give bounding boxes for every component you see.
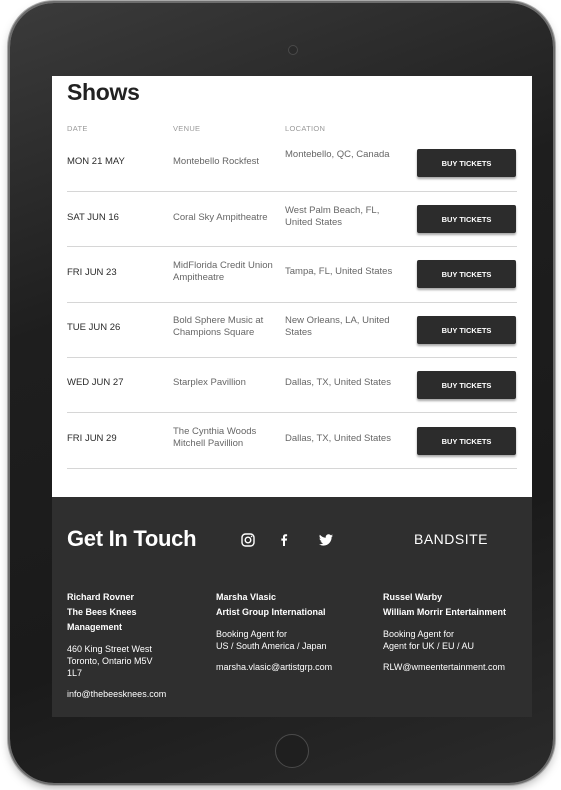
show-row: TUE JUN 26 Bold Sphere Music at Champion… bbox=[67, 302, 517, 358]
contact-company: Artist Group International bbox=[216, 607, 326, 617]
home-button[interactable] bbox=[275, 734, 309, 768]
column-header-location: LOCATION bbox=[285, 124, 326, 133]
contact-name: Richard Rovner bbox=[67, 592, 135, 602]
show-date: FRI JUN 23 bbox=[67, 267, 117, 278]
contact-block: Russel Warby William Morrir Entertainmen… bbox=[383, 590, 528, 675]
show-venue: Coral Sky Ampitheatre bbox=[173, 212, 268, 223]
contact-block: Richard Rovner The Bees Knees Management… bbox=[67, 590, 207, 702]
show-date: WED JUN 27 bbox=[67, 377, 124, 388]
get-in-touch-section: Get In Touch BANDSITE Richard Rovner The… bbox=[52, 497, 532, 717]
show-venue: Starplex Pavillion bbox=[173, 377, 246, 388]
contact-name: Russel Warby bbox=[383, 592, 443, 602]
contact-role: Booking Agent for bbox=[383, 629, 455, 639]
get-in-touch-title: Get In Touch bbox=[67, 526, 197, 551]
show-date: FRI JUN 29 bbox=[67, 433, 117, 444]
buy-tickets-button[interactable]: BUY TICKETS bbox=[417, 149, 516, 177]
buy-tickets-button[interactable]: BUY TICKETS bbox=[417, 260, 516, 288]
contact-company: William Morrir Entertainment bbox=[383, 607, 506, 617]
facebook-icon[interactable] bbox=[276, 532, 292, 548]
tablet-screen: Shows DATE VENUE LOCATION MON 21 MAY Mon… bbox=[52, 76, 532, 717]
show-location: Tampa, FL, United States bbox=[285, 266, 393, 277]
contact-address: 1L7 bbox=[67, 668, 83, 678]
tablet-frame: Shows DATE VENUE LOCATION MON 21 MAY Mon… bbox=[10, 3, 553, 783]
show-date: TUE JUN 26 bbox=[67, 322, 121, 333]
show-venue: MidFlorida Credit Union Ampitheatre bbox=[173, 260, 273, 283]
show-row: FRI JUN 29 The Cynthia Woods Mitchell Pa… bbox=[67, 413, 517, 469]
show-date: MON 21 MAY bbox=[67, 156, 125, 167]
show-row: FRI JUN 23 MidFlorida Credit Union Ampit… bbox=[67, 247, 517, 303]
show-venue: The Cynthia Woods Mitchell Pavillion bbox=[173, 426, 257, 449]
column-header-date: DATE bbox=[67, 124, 88, 133]
shows-section: Shows DATE VENUE LOCATION MON 21 MAY Mon… bbox=[52, 76, 532, 497]
contact-role: Agent for UK / EU / AU bbox=[383, 641, 475, 651]
instagram-icon[interactable] bbox=[240, 532, 256, 548]
show-row: MON 21 MAY Montebello Rockfest Montebell… bbox=[67, 136, 517, 192]
show-location: New Orleans, LA, United States bbox=[285, 315, 390, 338]
buy-tickets-button[interactable]: BUY TICKETS bbox=[417, 316, 516, 344]
twitter-icon[interactable] bbox=[318, 532, 334, 548]
buy-tickets-button[interactable]: BUY TICKETS bbox=[417, 427, 516, 455]
contact-company: The Bees Knees bbox=[67, 607, 137, 617]
contact-email-link[interactable]: info@thebeesknees.com bbox=[67, 687, 207, 702]
show-location: Montebello, QC, Canada bbox=[285, 149, 390, 160]
contact-address: Toronto, Ontario M5V bbox=[67, 656, 153, 666]
show-venue: Montebello Rockfest bbox=[173, 156, 260, 167]
camera-icon bbox=[288, 45, 298, 55]
show-row: SAT JUN 16 Coral Sky Ampitheatre West Pa… bbox=[67, 191, 517, 247]
shows-title: Shows bbox=[67, 79, 140, 105]
buy-tickets-button[interactable]: BUY TICKETS bbox=[417, 205, 516, 233]
contact-block: Marsha Vlasic Artist Group International… bbox=[216, 590, 371, 675]
contact-company: Management bbox=[67, 622, 123, 632]
contact-role: Booking Agent for bbox=[216, 629, 288, 639]
show-location: Dallas, TX, United States bbox=[285, 433, 391, 444]
contact-name: Marsha Vlasic bbox=[216, 592, 277, 602]
show-date: SAT JUN 16 bbox=[67, 212, 119, 223]
contact-role: US / South America / Japan bbox=[216, 641, 327, 651]
column-header-venue: VENUE bbox=[173, 124, 201, 133]
show-location: West Palm Beach, FL, United States bbox=[285, 205, 380, 228]
show-row: WED JUN 27 Starplex Pavillion Dallas, TX… bbox=[67, 357, 517, 413]
show-location: Dallas, TX, United States bbox=[285, 377, 391, 388]
contact-address: 460 King Street West bbox=[67, 644, 152, 654]
bandsite-logo[interactable]: BANDSITE bbox=[414, 531, 488, 547]
contact-email-link[interactable]: RLW@wmeentertainment.com bbox=[383, 660, 528, 675]
show-venue: Bold Sphere Music at Champions Square bbox=[173, 315, 264, 338]
contact-email-link[interactable]: marsha.vlasic@artistgrp.com bbox=[216, 660, 371, 675]
buy-tickets-button[interactable]: BUY TICKETS bbox=[417, 371, 516, 399]
